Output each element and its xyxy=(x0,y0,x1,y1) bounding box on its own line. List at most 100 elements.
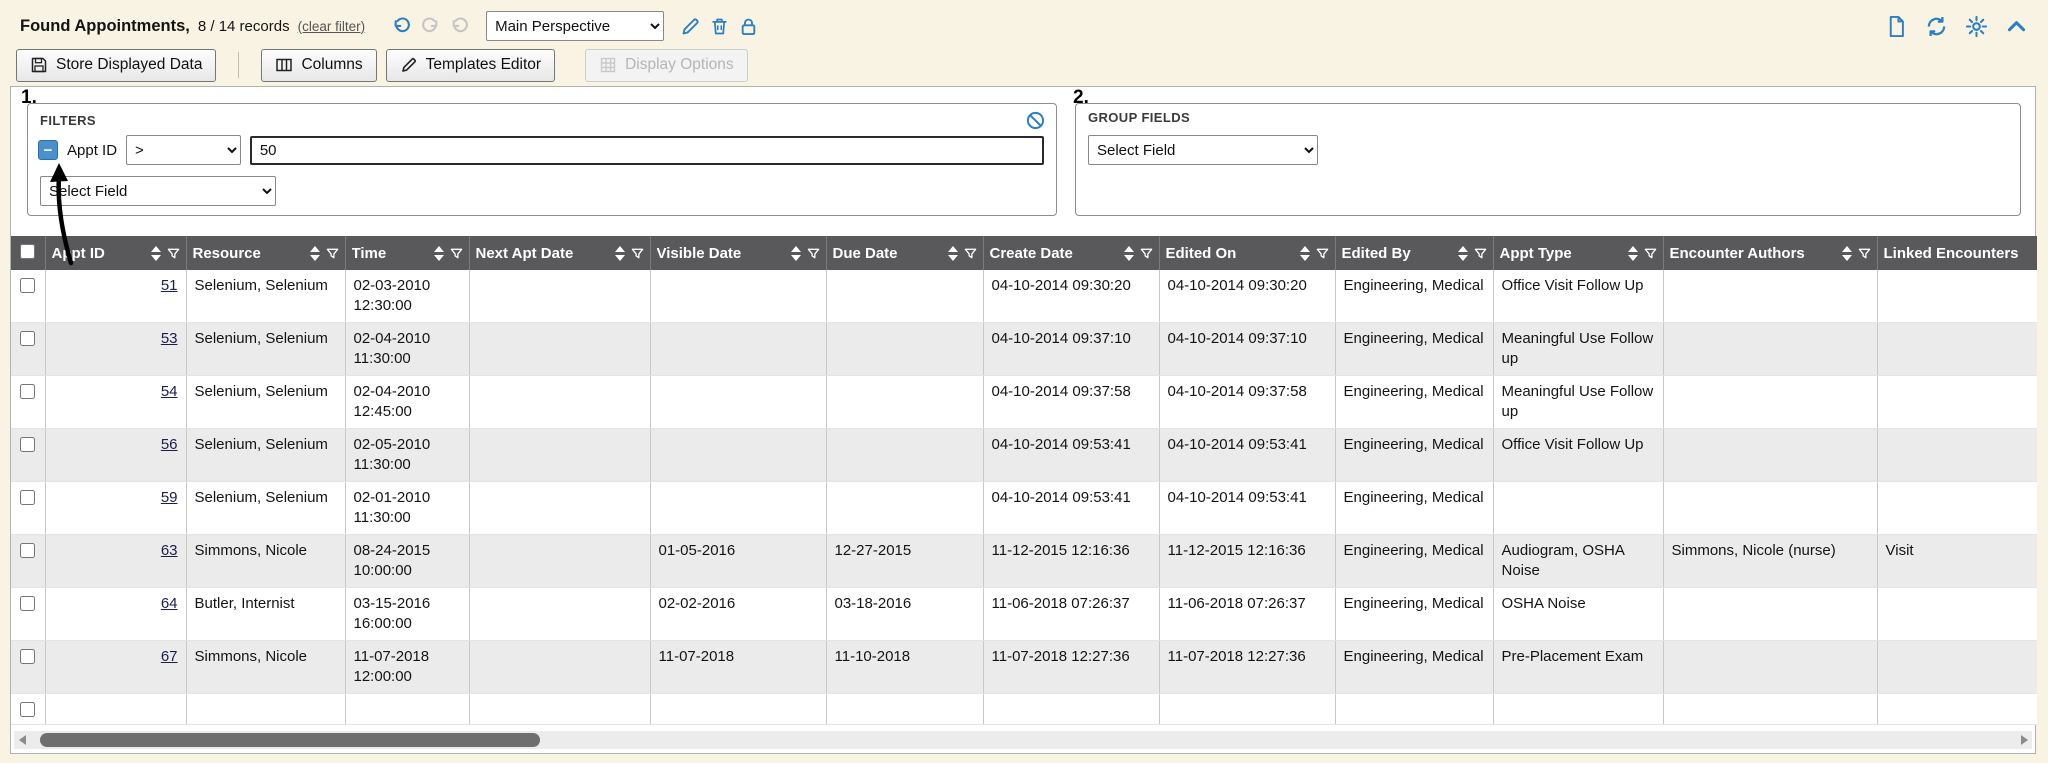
column-header-encounter-authors[interactable]: Encounter Authors xyxy=(1663,236,1877,270)
sort-icon[interactable] xyxy=(1842,246,1852,261)
lock-icon[interactable] xyxy=(738,16,759,37)
new-document-icon[interactable] xyxy=(1885,15,1908,38)
appt-id-link[interactable]: 56 xyxy=(161,436,178,453)
cell-create-date xyxy=(983,694,1159,725)
table-row: 53 Selenium, Selenium 02-04-2010 11:30:0… xyxy=(11,323,2037,376)
cell-appt-id: 59 xyxy=(45,482,186,535)
delete-trash-icon[interactable] xyxy=(709,16,730,37)
row-select-checkbox[interactable] xyxy=(20,649,35,664)
cell-appt-type: Pre-Placement Exam xyxy=(1493,641,1663,694)
cell-resource: Simmons, Nicole xyxy=(186,535,345,588)
scroll-left-arrow[interactable] xyxy=(14,731,30,749)
column-header-appt-type[interactable]: Appt Type xyxy=(1493,236,1663,270)
sort-icon[interactable] xyxy=(615,246,625,261)
display-options-button: Display Options xyxy=(585,49,748,82)
sort-icon[interactable] xyxy=(1458,246,1468,261)
row-select-checkbox[interactable] xyxy=(20,596,35,611)
row-select-checkbox[interactable] xyxy=(20,702,35,717)
cell-encounter-authors xyxy=(1663,482,1877,535)
cell-next-apt-date xyxy=(469,694,650,725)
row-select-checkbox[interactable] xyxy=(20,384,35,399)
store-displayed-data-button[interactable]: Store Displayed Data xyxy=(16,49,216,82)
filter-funnel-icon[interactable] xyxy=(807,247,820,260)
cell-appt-type: Office Visit Follow Up xyxy=(1493,429,1663,482)
column-header-due-date[interactable]: Due Date xyxy=(826,236,983,270)
annotation-1: 1. xyxy=(21,87,37,109)
column-header-next-apt-date[interactable]: Next Apt Date xyxy=(469,236,650,270)
filter-funnel-icon[interactable] xyxy=(1140,247,1153,260)
sort-icon[interactable] xyxy=(310,246,320,261)
table-row: 54 Selenium, Selenium 02-04-2010 12:45:0… xyxy=(11,376,2037,429)
sort-icon[interactable] xyxy=(151,246,161,261)
appt-id-link[interactable]: 59 xyxy=(161,489,178,506)
templates-editor-button[interactable]: Templates Editor xyxy=(386,49,555,82)
filter-value-input[interactable] xyxy=(250,136,1044,165)
table-row: 63 Simmons, Nicole 08-24-2015 10:00:00 0… xyxy=(11,535,2037,588)
column-header-visible-date[interactable]: Visible Date xyxy=(650,236,826,270)
select-all-checkbox[interactable] xyxy=(20,244,35,259)
cell-edited-by: Engineering, Medical xyxy=(1335,376,1493,429)
filter-field-label: Appt ID xyxy=(67,142,117,159)
cell-resource: Selenium, Selenium xyxy=(186,482,345,535)
horizontal-scrollbar[interactable] xyxy=(14,731,2032,749)
filter-operator-select[interactable]: > xyxy=(126,135,241,165)
cell-edited-by: Engineering, Medical xyxy=(1335,482,1493,535)
refresh-icon[interactable] xyxy=(1925,15,1948,38)
cell-appt-type xyxy=(1493,482,1663,535)
appt-id-link[interactable]: 51 xyxy=(161,277,178,294)
sort-icon[interactable] xyxy=(1628,246,1638,261)
sort-icon[interactable] xyxy=(1300,246,1310,261)
group-field-select[interactable]: Select Field xyxy=(1088,135,1318,165)
columns-button[interactable]: Columns xyxy=(261,49,376,82)
cell-linked-encounters xyxy=(1877,588,2037,641)
cell-time: 08-24-2015 10:00:00 xyxy=(345,535,469,588)
scroll-right-arrow[interactable] xyxy=(2016,731,2032,749)
row-select-checkbox[interactable] xyxy=(20,543,35,558)
appt-id-link[interactable]: 54 xyxy=(161,383,178,400)
filter-funnel-icon[interactable] xyxy=(450,247,463,260)
row-select-checkbox[interactable] xyxy=(20,437,35,452)
filter-funnel-icon[interactable] xyxy=(167,247,180,260)
undo-icon[interactable] xyxy=(391,16,412,37)
appt-id-link[interactable]: 67 xyxy=(161,648,178,665)
perspective-select[interactable]: Main Perspective xyxy=(486,11,664,41)
remove-filter-minus-icon[interactable]: − xyxy=(38,140,58,160)
filter-funnel-icon[interactable] xyxy=(1474,247,1487,260)
column-header-create-date[interactable]: Create Date xyxy=(983,236,1159,270)
scrollbar-track[interactable] xyxy=(30,733,2016,747)
row-select-checkbox[interactable] xyxy=(20,490,35,505)
column-header-time[interactable]: Time xyxy=(345,236,469,270)
filter-funnel-icon[interactable] xyxy=(1644,247,1657,260)
filter-funnel-icon[interactable] xyxy=(326,247,339,260)
row-select-checkbox[interactable] xyxy=(20,278,35,293)
content-area: 1. 2. FILTERS − Appt ID > Select Field xyxy=(10,86,2036,754)
collapse-chevron-up-icon[interactable] xyxy=(2005,15,2028,38)
column-header-edited-by[interactable]: Edited By xyxy=(1335,236,1493,270)
column-header-resource[interactable]: Resource xyxy=(186,236,345,270)
cell-visible-date xyxy=(650,376,826,429)
clear-filters-circle-slash-icon[interactable] xyxy=(1025,110,1046,131)
appt-id-link[interactable]: 63 xyxy=(161,542,178,559)
appt-id-link[interactable]: 64 xyxy=(161,595,178,612)
columns-icon xyxy=(275,56,293,74)
sort-icon[interactable] xyxy=(434,246,444,261)
filter-funnel-icon[interactable] xyxy=(631,247,644,260)
edit-pencil-icon[interactable] xyxy=(680,16,701,37)
row-select-checkbox[interactable] xyxy=(20,331,35,346)
filter-funnel-icon[interactable] xyxy=(964,247,977,260)
cell-edited-on: 04-10-2014 09:53:41 xyxy=(1159,429,1335,482)
settings-gear-icon[interactable] xyxy=(1965,15,1988,38)
cell-linked-encounters xyxy=(1877,376,2037,429)
column-header-linked-encounters[interactable]: Linked Encounters xyxy=(1877,236,2037,270)
sort-icon[interactable] xyxy=(948,246,958,261)
filter-funnel-icon[interactable] xyxy=(1316,247,1329,260)
appt-id-link[interactable]: 53 xyxy=(161,330,178,347)
cell-appt-type: Meaningful Use Follow up xyxy=(1493,376,1663,429)
clear-filter-link[interactable]: (clear filter) xyxy=(298,19,366,34)
scrollbar-thumb[interactable] xyxy=(40,733,540,747)
cell-linked-encounters xyxy=(1877,270,2037,323)
column-header-edited-on[interactable]: Edited On xyxy=(1159,236,1335,270)
filter-funnel-icon[interactable] xyxy=(1858,247,1871,260)
sort-icon[interactable] xyxy=(1124,246,1134,261)
sort-icon[interactable] xyxy=(791,246,801,261)
